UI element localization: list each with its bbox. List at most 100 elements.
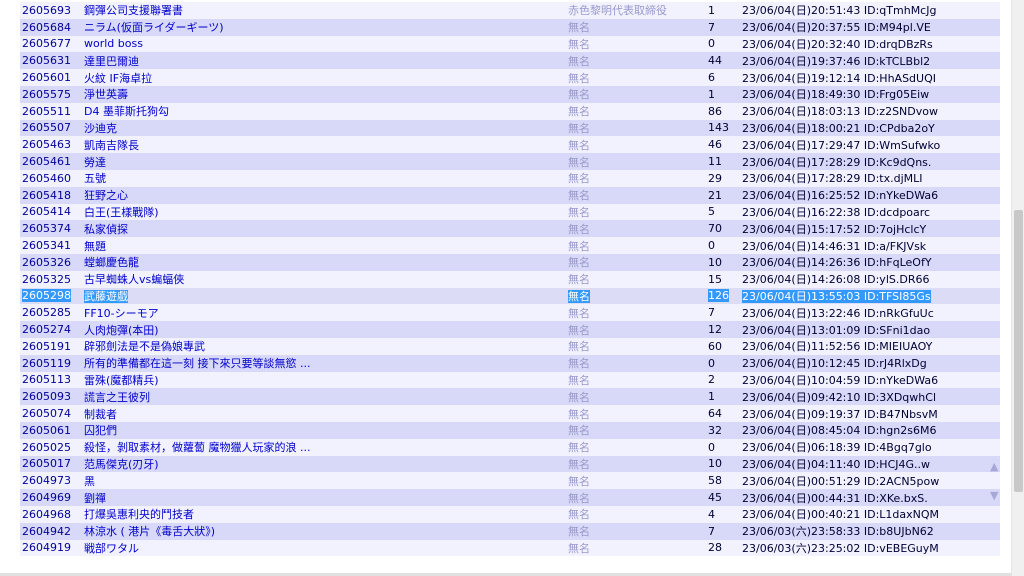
thread-title[interactable]: 雷殊(魔都精兵) bbox=[82, 371, 566, 389]
table-row[interactable]: 2605374 私家偵探 無名 70 23/06/04(日)15:17:52 ID:7o… bbox=[20, 220, 1000, 238]
thread-number[interactable]: 2605507 bbox=[20, 119, 82, 137]
thread-title[interactable]: D4 墨菲斯托狗勾 bbox=[82, 102, 566, 120]
thread-number[interactable]: 2605119 bbox=[20, 354, 82, 372]
thread-number[interactable]: 2605325 bbox=[20, 270, 82, 288]
thread-number[interactable]: 2605274 bbox=[20, 321, 82, 338]
scroll-up-icon[interactable]: ▲ bbox=[990, 460, 998, 473]
thread-number[interactable]: 2605298 bbox=[20, 287, 82, 305]
table-row[interactable]: 2605601 火紋 IF海卓拉 無名 6 23/06/04(日)19:12:14 ID… bbox=[20, 69, 1000, 86]
thread-number[interactable]: 2605374 bbox=[20, 220, 82, 238]
thread-title[interactable]: 打爆吳惠利央的鬥技者 bbox=[82, 505, 566, 523]
table-row[interactable]: 2605463 凱南吉隊長 無名 46 23/06/04(日)17:29:47 ID:W… bbox=[20, 136, 1000, 154]
thread-number[interactable]: 2605677 bbox=[20, 35, 82, 53]
thread-title[interactable]: FF10-シーモア bbox=[82, 304, 566, 322]
thread-number[interactable]: 2605025 bbox=[20, 438, 82, 456]
thread-number[interactable]: 2605074 bbox=[20, 405, 82, 422]
table-row[interactable]: 2605274 人肉炮彈(本田) 無名 12 23/06/04(日)13:01:09 I… bbox=[20, 321, 1000, 338]
table-row[interactable]: 2605093 謊言之王彼列 無名 1 23/06/04(日)09:42:10 ID:3… bbox=[20, 388, 1000, 406]
thread-title[interactable]: 謊言之王彼列 bbox=[82, 388, 566, 406]
table-row[interactable]: 2605461 勞達 無名 11 23/06/04(日)17:28:29 ID:Kc9d… bbox=[20, 153, 1000, 170]
thread-number[interactable]: 2605191 bbox=[20, 337, 82, 355]
table-row[interactable]: 2605684 ニラム(仮面ライダーギーツ) 無名 7 23/06/04(日)20:37… bbox=[20, 18, 1000, 36]
table-row[interactable]: 2605511 D4 墨菲斯托狗勾 無名 86 23/06/04(日)18:03:13 … bbox=[20, 102, 1000, 120]
thread-number[interactable]: 2605511 bbox=[20, 102, 82, 120]
thread-number[interactable]: 2605684 bbox=[20, 18, 82, 36]
table-row[interactable]: 2605325 古早蜘蛛人vs蝙蝠俠 無名 15 23/06/04(日)14:26:08… bbox=[20, 270, 1000, 288]
table-row[interactable]: 2605191 辟邪劍法是不是偽娘專武 無名 60 23/06/04(日)11:52:5… bbox=[20, 337, 1000, 355]
thread-number[interactable]: 2605693 bbox=[20, 2, 82, 19]
thread-title[interactable]: 白王(王樣戰隊) bbox=[82, 203, 566, 221]
thread-number[interactable]: 2605601 bbox=[20, 69, 82, 86]
thread-number[interactable]: 2604919 bbox=[20, 539, 82, 557]
thread-title[interactable]: 螳螂慶色龍 bbox=[82, 253, 566, 271]
thread-number[interactable]: 2605631 bbox=[20, 52, 82, 70]
thread-number[interactable]: 2605017 bbox=[20, 455, 82, 473]
thread-title[interactable]: 武藤遊戲 bbox=[82, 287, 566, 305]
scrollbar-thumb[interactable] bbox=[1014, 210, 1023, 492]
thread-title[interactable]: 私家偵探 bbox=[82, 220, 566, 238]
thread-number[interactable]: 2605285 bbox=[20, 304, 82, 322]
table-row[interactable]: 2605677 world boss 無名 0 23/06/04(日)20:32:40 … bbox=[20, 35, 1000, 53]
thread-title[interactable]: 五號 bbox=[82, 169, 566, 187]
table-row[interactable]: 2605285 FF10-シーモア 無名 7 23/06/04(日)13:22:46 I… bbox=[20, 304, 1000, 322]
table-row[interactable]: 2604942 林涼水 ( 港片《毒舌大狀》) 無名 7 23/06/03(六)23:5… bbox=[20, 522, 1000, 540]
thread-number[interactable]: 2604969 bbox=[20, 489, 82, 506]
table-row[interactable]: 2605693 鋼彈公司支援聯署書 赤色黎明代表取締役 1 23/06/04(日)20:… bbox=[20, 2, 1000, 19]
table-row[interactable]: 2605341 無題 無名 0 23/06/04(日)14:46:31 ID:a/FKJ… bbox=[20, 237, 1000, 254]
thread-title[interactable]: 囚犯們 bbox=[82, 421, 566, 439]
thread-number[interactable]: 2605575 bbox=[20, 85, 82, 103]
table-row[interactable]: 2605326 螳螂慶色龍 無名 10 23/06/04(日)14:26:36 ID:h… bbox=[20, 253, 1000, 271]
thread-number[interactable]: 2604968 bbox=[20, 505, 82, 523]
thread-title[interactable]: 黑 bbox=[82, 472, 566, 490]
thread-number[interactable]: 2605414 bbox=[20, 203, 82, 221]
table-row[interactable]: 2605418 狂野之心 無名 21 23/06/04(日)16:25:52 ID:nY… bbox=[20, 186, 1000, 204]
table-row[interactable]: 2605113 雷殊(魔都精兵) 無名 2 23/06/04(日)10:04:59 ID… bbox=[20, 371, 1000, 389]
thread-title[interactable]: 辟邪劍法是不是偽娘專武 bbox=[82, 337, 566, 355]
thread-number[interactable]: 2605326 bbox=[20, 253, 82, 271]
table-row[interactable]: 2605631 達里巴爾迪 無名 44 23/06/04(日)19:37:46 ID:k… bbox=[20, 52, 1000, 70]
table-row[interactable]: 2605074 制裁者 無名 64 23/06/04(日)09:19:37 ID:B47… bbox=[20, 405, 1000, 422]
thread-title[interactable]: 古早蜘蛛人vs蝙蝠俠 bbox=[82, 270, 566, 288]
table-row[interactable]: 2605298 武藤遊戲 無名 126 23/06/04(日)13:55:03 ID:T… bbox=[20, 287, 1000, 305]
page-scrollbar[interactable] bbox=[1011, 0, 1024, 576]
table-row[interactable]: 2604969 劉禪 無名 45 23/06/04(日)00:44:31 ID:XKe.… bbox=[20, 489, 1000, 506]
table-row[interactable]: 2605414 白王(王樣戰隊) 無名 5 23/06/04(日)16:22:38 ID… bbox=[20, 203, 1000, 221]
thread-title[interactable]: 沙迪克 bbox=[82, 119, 566, 137]
table-row[interactable]: 2604919 戦部ワタル 無名 28 23/06/03(六)23:25:02 ID:v… bbox=[20, 539, 1000, 557]
thread-number[interactable]: 2605418 bbox=[20, 186, 82, 204]
thread-number[interactable]: 2605093 bbox=[20, 388, 82, 406]
thread-title[interactable]: 勞達 bbox=[82, 153, 566, 170]
thread-title[interactable]: 無題 bbox=[82, 237, 566, 254]
thread-title[interactable]: 火紋 IF海卓拉 bbox=[82, 69, 566, 86]
table-row[interactable]: 2605460 五號 無名 29 23/06/04(日)17:28:29 ID:tx.d… bbox=[20, 169, 1000, 187]
thread-title[interactable]: 鋼彈公司支援聯署書 bbox=[82, 2, 566, 19]
thread-number[interactable]: 2605113 bbox=[20, 371, 82, 389]
thread-number[interactable]: 2604973 bbox=[20, 472, 82, 490]
thread-number[interactable]: 2605460 bbox=[20, 169, 82, 187]
table-row[interactable]: 2605061 囚犯們 無名 32 23/06/04(日)08:45:04 ID:hgn… bbox=[20, 421, 1000, 439]
thread-title[interactable]: ニラム(仮面ライダーギーツ) bbox=[82, 18, 566, 36]
thread-number[interactable]: 2604942 bbox=[20, 522, 82, 540]
thread-title[interactable]: 狂野之心 bbox=[82, 186, 566, 204]
table-row[interactable]: 2605575 淨世英壽 無名 1 23/06/04(日)18:49:30 ID:Frg… bbox=[20, 85, 1000, 103]
thread-title[interactable]: 淨世英壽 bbox=[82, 85, 566, 103]
thread-title[interactable]: 劉禪 bbox=[82, 489, 566, 506]
table-row[interactable]: 2604973 黑無名 58 23/06/04(日)00:51:29 ID:2ACN5… bbox=[20, 472, 1000, 490]
thread-title[interactable]: 范馬傑克(刃牙) bbox=[82, 455, 566, 473]
scroll-down-icon[interactable]: ▼ bbox=[990, 489, 998, 502]
table-row[interactable]: 2605025 殺怪，剝取素材，做蘿蔔 魔物獵人玩家的浪 ... 無名 0 23/06/… bbox=[20, 438, 1000, 456]
table-row[interactable]: 2605119 所有的準備都在這一刻 接下來只要等談無慾 ... 無名 0 23/06/… bbox=[20, 354, 1000, 372]
table-row[interactable]: 2605017 范馬傑克(刃牙) 無名 10 23/06/04(日)04:11:40 I… bbox=[20, 455, 1000, 473]
table-row[interactable]: 2605507 沙迪克 無名 143 23/06/04(日)18:00:21 ID:CP… bbox=[20, 119, 1000, 137]
thread-title[interactable]: 戦部ワタル bbox=[82, 539, 566, 557]
table-row[interactable]: 2604968 打爆吳惠利央的鬥技者 無名 4 23/06/04(日)00:40:21 … bbox=[20, 505, 1000, 523]
thread-number[interactable]: 2605341 bbox=[20, 237, 82, 254]
thread-number[interactable]: 2605061 bbox=[20, 421, 82, 439]
thread-title[interactable]: 制裁者 bbox=[82, 405, 566, 422]
thread-title[interactable]: 人肉炮彈(本田) bbox=[82, 321, 566, 338]
thread-title[interactable]: 殺怪，剝取素材，做蘿蔔 魔物獵人玩家的浪 ... bbox=[82, 438, 566, 456]
thread-title[interactable]: world boss bbox=[82, 35, 566, 53]
thread-number[interactable]: 2605463 bbox=[20, 136, 82, 154]
thread-number[interactable]: 2605461 bbox=[20, 153, 82, 170]
thread-title[interactable]: 所有的準備都在這一刻 接下來只要等談無慾 ... bbox=[82, 354, 566, 372]
